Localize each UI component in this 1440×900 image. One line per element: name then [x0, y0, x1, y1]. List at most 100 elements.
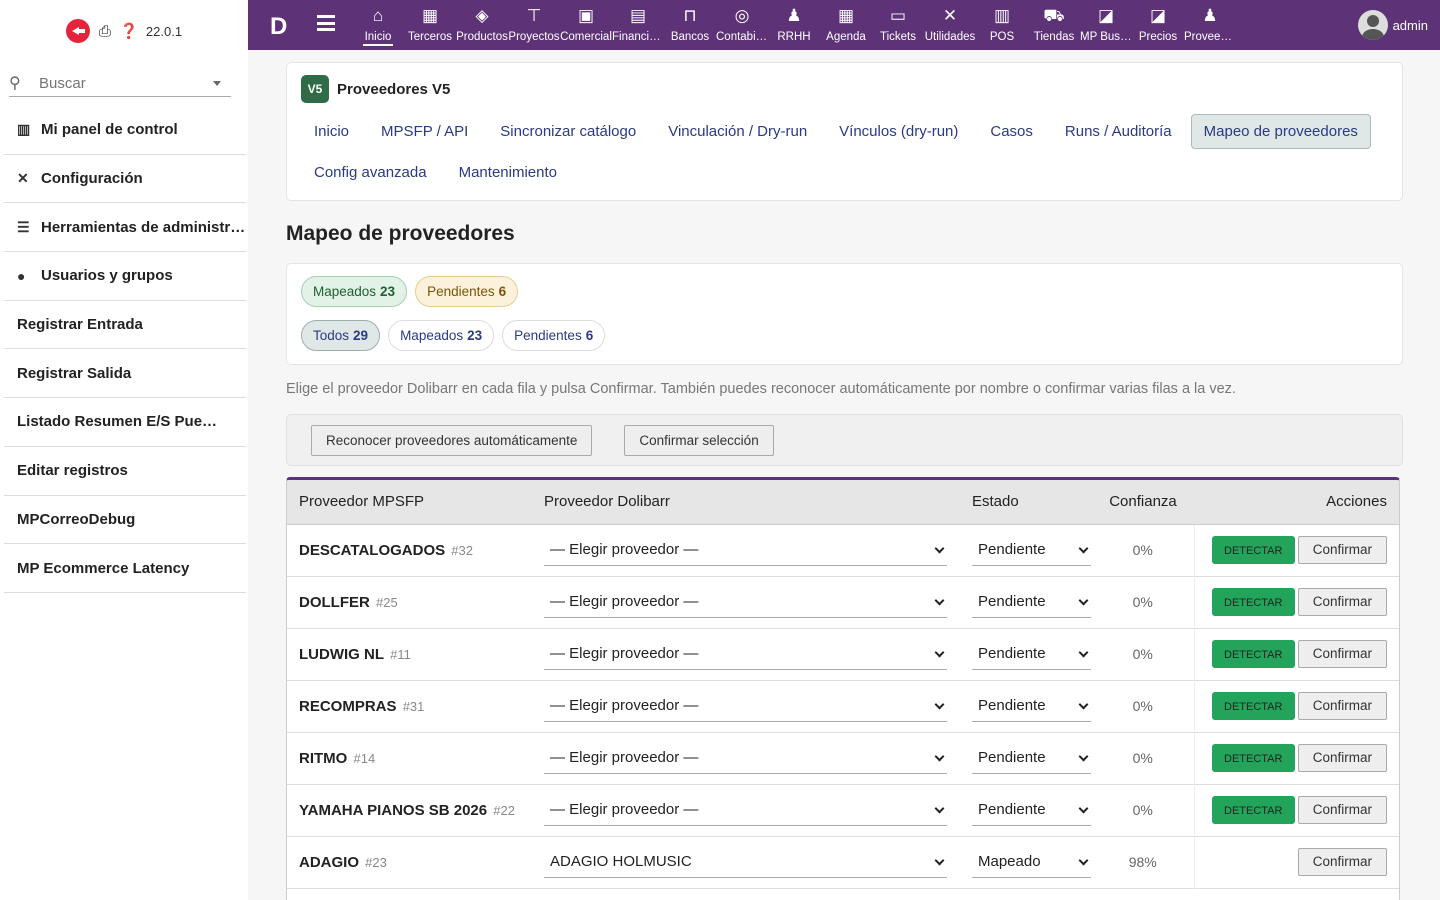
confirm-button[interactable]: Confirmar	[1297, 796, 1387, 824]
topbar-item[interactable]: ♟ Proveedores	[1184, 0, 1236, 50]
module-tab[interactable]: Casos	[977, 114, 1046, 149]
confirm-button[interactable]: Confirmar	[1297, 692, 1387, 720]
confirm-selection-button[interactable]: Confirmar selección	[624, 425, 774, 456]
dolibarr-supplier-select[interactable]: — Elegir proveedor —	[544, 795, 947, 826]
status-select[interactable]: Pendiente	[972, 535, 1091, 566]
filter-pending[interactable]: Pendientes 6	[502, 320, 606, 351]
help-icon[interactable]: ❓	[120, 22, 139, 40]
supplier-id: #11	[390, 646, 411, 662]
dolibarr-supplier-select[interactable]: — Elegir proveedor —	[544, 587, 947, 618]
detect-button[interactable]: DETECTAR	[1211, 796, 1295, 824]
print-icon[interactable]: ⎙	[96, 23, 114, 40]
search-box[interactable]: ⚲	[9, 70, 231, 97]
detect-button[interactable]: DETECTAR	[1211, 536, 1295, 564]
topbar-item[interactable]: ▭ Tickets	[872, 0, 924, 50]
module-tab[interactable]: Sincronizar catálogo	[487, 114, 649, 149]
select-value: — Elegir proveedor —	[550, 697, 699, 714]
sidebar-item[interactable]: MP Ecommerce Latency	[4, 544, 246, 593]
user-menu[interactable]: admin	[1357, 10, 1428, 40]
sidebar-item[interactable]: Editar registros	[4, 447, 246, 496]
filter-all[interactable]: Todos 29	[301, 320, 381, 351]
supplier-id: #23	[365, 854, 387, 870]
select-value: Pendiente	[978, 645, 1046, 662]
module-tab[interactable]: Runs / Auditoría	[1052, 114, 1185, 149]
chevron-down-icon[interactable]	[213, 80, 221, 86]
menu-toggle-icon[interactable]	[317, 15, 335, 31]
topbar-item[interactable]: ◈ Productos	[456, 0, 508, 50]
topbar-item[interactable]: ◎ Contabilidad	[716, 0, 768, 50]
filter-mapped[interactable]: Mapeados 23	[388, 320, 495, 351]
confirm-button[interactable]: Confirmar	[1297, 744, 1387, 772]
topbar-item-label: RRHH	[777, 31, 811, 43]
topbar-item[interactable]: ▣ Comercial	[560, 0, 612, 50]
column-header: Estado	[960, 480, 1092, 525]
topbar-item[interactable]: ⊤ Proyectos	[508, 0, 560, 50]
table-row: DESCATALOGADOS #32 — Elegir proveedor — Pe…	[287, 524, 1399, 576]
sidebar-item[interactable]: ● Usuarios y grupos	[4, 252, 246, 301]
topbar-item-label: Proveedores	[1184, 31, 1236, 43]
topbar-item[interactable]: ▥ POS	[976, 0, 1028, 50]
sidebar-item[interactable]: ▥ Mi panel de control	[4, 106, 246, 155]
note-icon: ◪	[1097, 6, 1115, 25]
auto-detect-button[interactable]: Reconocer proveedores automáticamente	[311, 425, 593, 456]
dolibarr-logo[interactable]: D	[270, 13, 287, 41]
sidebar-item[interactable]: Registrar Entrada	[4, 301, 246, 350]
topbar-item[interactable]: ◪ MP Buscador	[1080, 0, 1132, 50]
sidebar-item-label: MPCorreoDebug	[17, 510, 136, 528]
topbar-item[interactable]: ▤ Financiera	[612, 0, 664, 50]
dolibarr-cell: — Elegir proveedor —	[532, 732, 960, 784]
dolibarr-supplier-select[interactable]: — Elegir proveedor —	[544, 639, 947, 670]
status-select[interactable]: Pendiente	[972, 691, 1091, 722]
sidebar-item[interactable]: Listado Resumen E/S Puesto de Trabajo	[4, 398, 246, 447]
search-input[interactable]	[39, 74, 209, 92]
topbar-item[interactable]: ⛟ Tiendas	[1028, 0, 1080, 50]
user-tie-icon: ♟	[786, 6, 802, 25]
detect-button[interactable]: DETECTAR	[1211, 640, 1295, 668]
detect-button[interactable]: DETECTAR	[1211, 692, 1295, 720]
topbar-item[interactable]: ⌂ Inicio	[352, 0, 404, 50]
module-tab[interactable]: Mantenimiento	[446, 155, 570, 190]
confirm-button[interactable]: Confirmar	[1297, 536, 1387, 564]
status-select[interactable]: Mapeado	[972, 847, 1091, 878]
module-tab[interactable]: Inicio	[301, 114, 362, 149]
topbar-item-label: Productos	[456, 31, 508, 43]
sidebar-item[interactable]: MPCorreoDebug	[4, 496, 246, 545]
detect-button[interactable]: DETECTAR	[1211, 744, 1295, 772]
cart-icon: ⛟	[1043, 6, 1065, 25]
status-select[interactable]: Pendiente	[972, 743, 1091, 774]
dolibarr-supplier-select[interactable]: ADAGIO HOLMUSIC	[544, 847, 947, 878]
module-tab[interactable]: MPSFP / API	[368, 114, 481, 149]
status-select[interactable]: Pendiente	[972, 587, 1091, 618]
topbar-item[interactable]: ▦ Terceros	[404, 0, 456, 50]
supplier-id: #32	[451, 542, 473, 558]
module-tab[interactable]: Config avanzada	[301, 155, 440, 190]
sidebar-item[interactable]: ☰ Herramientas de administración	[4, 203, 246, 253]
sidebar-item[interactable]: ✕ Configuración	[4, 155, 246, 204]
dolibarr-supplier-select[interactable]: — Elegir proveedor —	[544, 743, 947, 774]
topbar-item-label: Financiera	[612, 31, 664, 43]
module-tab[interactable]: Vinculación / Dry-run	[655, 114, 820, 149]
module-tab[interactable]: Mapeo de proveedores	[1190, 114, 1371, 149]
status-select[interactable]: Pendiente	[972, 795, 1091, 826]
topbar-item[interactable]: ⊓ Bancos	[664, 0, 716, 50]
status-select[interactable]: Pendiente	[972, 639, 1091, 670]
confirm-button[interactable]: Confirmar	[1297, 848, 1387, 876]
status-cell: Pendiente	[960, 524, 1092, 576]
confirm-button[interactable]: Confirmar	[1297, 588, 1387, 616]
topbar-item[interactable]: ◪ Precios	[1132, 0, 1184, 50]
module-tab[interactable]: Vínculos (dry-run)	[826, 114, 971, 149]
sidebar-item-label: Mi panel de control	[41, 121, 178, 139]
dolibarr-supplier-select[interactable]: — Elegir proveedor —	[544, 691, 947, 722]
logout-icon[interactable]	[65, 19, 90, 43]
summary-pending-badge: Pendientes 6	[415, 276, 519, 307]
sidebar-item[interactable]: Registrar Salida	[4, 349, 246, 399]
chevron-down-icon	[934, 751, 945, 761]
chevron-down-icon	[1078, 543, 1089, 553]
topbar-item-label: Contabilidad	[716, 31, 768, 43]
topbar-item[interactable]: ▦ Agenda	[820, 0, 872, 50]
detect-button[interactable]: DETECTAR	[1211, 588, 1295, 616]
confirm-button[interactable]: Confirmar	[1297, 640, 1387, 668]
topbar-item[interactable]: ♟ RRHH	[768, 0, 820, 50]
dolibarr-supplier-select[interactable]: — Elegir proveedor —	[544, 535, 947, 566]
topbar-item[interactable]: ✕ Utilidades	[924, 0, 976, 50]
